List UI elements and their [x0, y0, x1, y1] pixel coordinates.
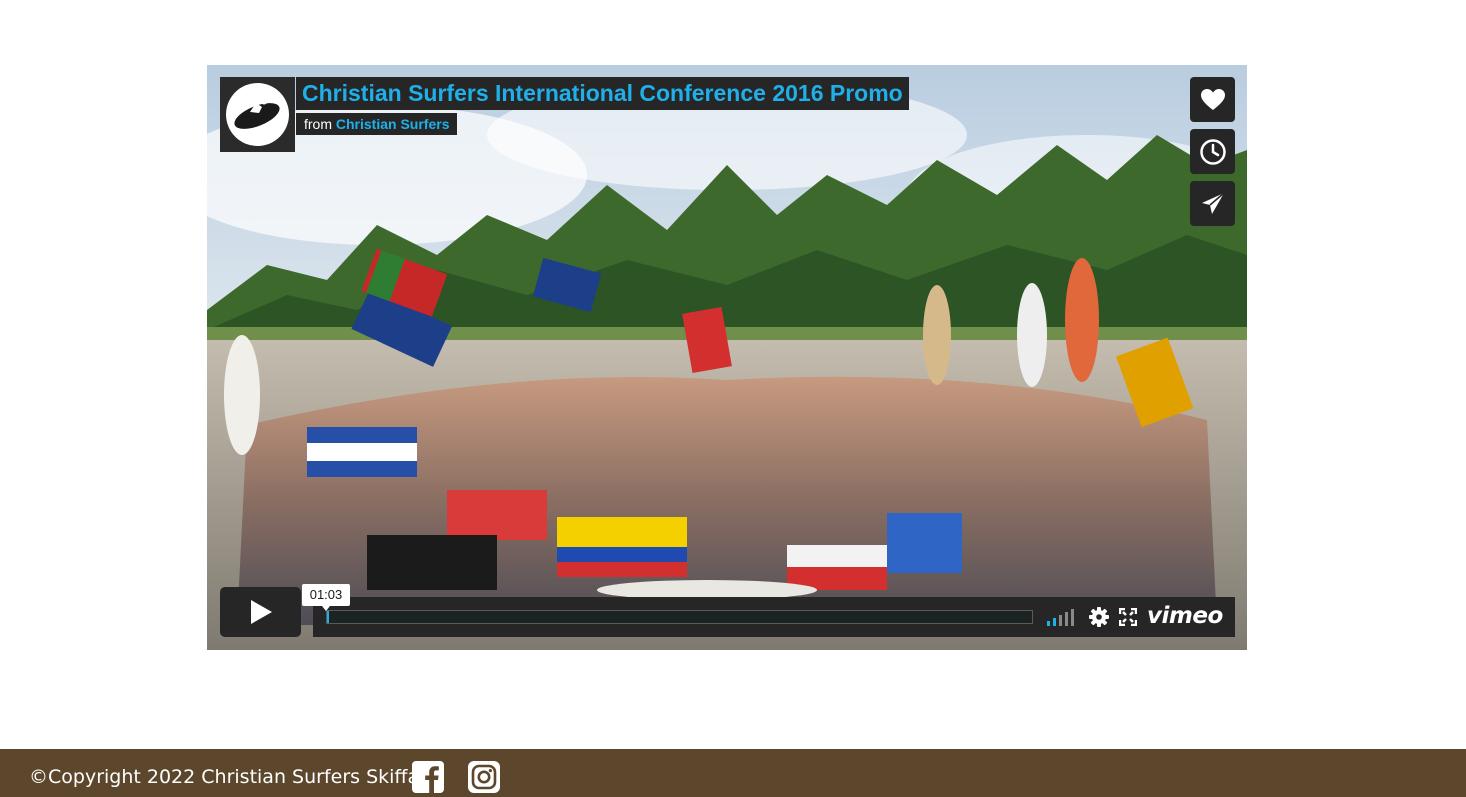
video-title[interactable]: Christian Surfers International Conferen…: [302, 77, 903, 110]
watch-later-button[interactable]: [1190, 129, 1235, 174]
owner-link[interactable]: Christian Surfers: [336, 116, 450, 132]
video-thumbnail[interactable]: [207, 65, 1247, 650]
control-bar: vimeo: [313, 597, 1235, 637]
instagram-icon[interactable]: [467, 760, 501, 794]
play-button[interactable]: [220, 587, 301, 637]
video-byline: from Christian Surfers: [296, 113, 458, 135]
time-tooltip: 01:03: [302, 584, 350, 611]
channel-avatar[interactable]: [220, 77, 295, 152]
volume-bar: [1059, 615, 1062, 626]
video-player[interactable]: Christian Surfers International Conferen…: [207, 65, 1247, 650]
volume-bar: [1047, 621, 1050, 626]
clock-icon: [1199, 138, 1226, 165]
volume-bar: [1065, 612, 1068, 626]
fullscreen-icon[interactable]: [1119, 608, 1137, 626]
copyright-text: ©Copyright 2022 Christian Surfers Skiffa: [29, 766, 420, 788]
volume-bar: [1071, 609, 1074, 626]
paper-plane-icon: [1201, 191, 1225, 214]
like-button[interactable]: [1190, 77, 1235, 122]
surfer-logo-icon: [234, 97, 280, 129]
share-button[interactable]: [1190, 181, 1235, 226]
gear-icon[interactable]: [1089, 607, 1109, 627]
progress-bar[interactable]: [326, 610, 1033, 624]
progress-played: [327, 611, 330, 623]
page: Christian Surfers International Conferen…: [0, 0, 1466, 797]
volume-control[interactable]: [1047, 608, 1077, 626]
footer: ©Copyright 2022 Christian Surfers Skiffa: [0, 749, 1466, 797]
volume-bar: [1053, 618, 1056, 626]
video-title-box[interactable]: Christian Surfers International Conferen…: [296, 77, 909, 110]
heart-icon: [1200, 88, 1225, 110]
byline-prefix: from: [304, 116, 332, 132]
facebook-icon[interactable]: [411, 760, 445, 794]
play-icon: [250, 600, 272, 624]
vimeo-logo[interactable]: vimeo: [1147, 600, 1223, 632]
